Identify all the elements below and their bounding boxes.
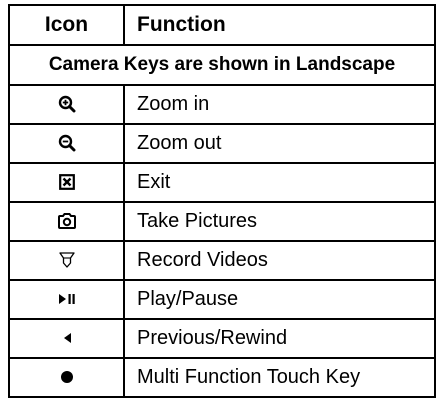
section-row: Camera Keys are shown in Landscape [8,44,436,86]
table-row: Record Videos [8,240,436,281]
function-label: Record Videos [123,240,436,281]
zoom-in-icon [58,95,76,113]
header-row: Icon Function [8,4,436,46]
video-camera-icon [58,251,75,269]
play-pause-icon [58,293,76,305]
table-row: Multi Function Touch Key [8,357,436,398]
exit-icon [58,174,75,191]
rewind-icon [62,332,72,344]
function-label: Zoom out [123,123,436,164]
icon-function-table: Icon Function Camera Keys are shown in L… [8,4,436,398]
table-row: Zoom in [8,84,436,125]
table-row: Zoom out [8,123,436,164]
table-row: Play/Pause [8,279,436,320]
function-label: Previous/Rewind [123,318,436,359]
table-row: Take Pictures [8,201,436,242]
table-row: Previous/Rewind [8,318,436,359]
column-header-function: Function [123,4,436,46]
zoom-out-icon [58,134,76,152]
function-label: Take Pictures [123,201,436,242]
function-label: Play/Pause [123,279,436,320]
table-row: Exit [8,162,436,203]
function-label: Exit [123,162,436,203]
dot-icon [60,370,74,384]
camera-icon [57,213,76,230]
function-label: Zoom in [123,84,436,125]
section-title: Camera Keys are shown in Landscape [8,44,436,86]
function-label: Multi Function Touch Key [123,357,436,398]
column-header-icon: Icon [8,4,125,46]
